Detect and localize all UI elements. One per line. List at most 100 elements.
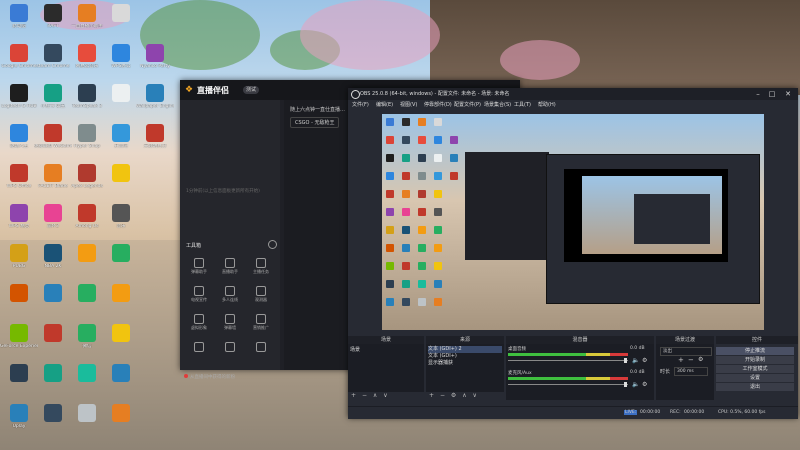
obs-preview[interactable]	[382, 114, 764, 330]
add-scene-icon[interactable]: +	[351, 392, 356, 399]
desktop-icon[interactable]: WPS 精灵	[2, 202, 36, 240]
desktop-icon[interactable]: 一直直播小助手	[70, 2, 104, 40]
move-up-icon[interactable]: ∧	[373, 392, 377, 399]
move-up-icon[interactable]: ∧	[462, 392, 466, 399]
toolbox-settings-icon[interactable]	[268, 240, 277, 249]
remove-transition-icon[interactable]: −	[688, 356, 694, 364]
desktop-icon[interactable]: WPS Office	[2, 162, 36, 200]
desktop-icon[interactable]: 天涯明月刀	[138, 122, 172, 160]
desktop-icon[interactable]	[2, 282, 36, 320]
toolbox-item[interactable]: 电视宣传	[184, 284, 214, 310]
toolbox-item[interactable]: 主播任务	[246, 256, 276, 282]
desktop-icon[interactable]: Nyanco Party	[138, 42, 172, 80]
move-down-icon[interactable]: ∨	[473, 392, 477, 399]
move-down-icon[interactable]: ∨	[383, 392, 387, 399]
desktop-icon[interactable]: Uplay	[2, 402, 36, 440]
desktop-icon[interactable]	[2, 362, 36, 400]
desktop-icon[interactable]: Logitech G HUB	[1, 82, 37, 120]
desktop-icon[interactable]: Apex Legends	[70, 162, 104, 200]
volume-slider[interactable]	[508, 360, 628, 361]
remove-scene-icon[interactable]: −	[362, 392, 367, 399]
desktop-icon[interactable]: PUBG	[2, 242, 36, 280]
close-icon[interactable]: ✕	[782, 89, 794, 99]
companion-version-badge[interactable]: 测试	[243, 86, 260, 94]
speaker-icon[interactable]: 🔈	[632, 357, 639, 364]
desktop-icon[interactable]	[104, 162, 138, 200]
stop-streaming-button[interactable]: 停止推流	[716, 347, 794, 355]
desktop-icon[interactable]: 英雄联盟 WeGame	[34, 122, 72, 160]
maximize-icon[interactable]: □	[766, 89, 778, 99]
remove-source-icon[interactable]: −	[440, 392, 445, 399]
menu-tools[interactable]: 工具(T)	[514, 101, 531, 108]
desktop-icon[interactable]: Among Us	[70, 202, 104, 240]
toolbox-item[interactable]	[184, 340, 214, 366]
source-item[interactable]: 文本 (GDI+)	[428, 353, 502, 360]
studio-mode-button[interactable]: 工作室模式	[716, 365, 794, 373]
volume-slider-knob[interactable]	[624, 358, 627, 363]
desktop-icon[interactable]: 音乐	[104, 202, 138, 240]
volume-slider[interactable]	[508, 384, 628, 385]
desktop-icon[interactable]	[104, 322, 138, 360]
desktop-icon[interactable]	[70, 402, 104, 440]
transition-select[interactable]: 淡出	[660, 347, 712, 356]
desktop-icon[interactable]: 网易云音乐	[70, 42, 104, 80]
desktop-icon[interactable]: 小红书 第五	[36, 82, 70, 120]
desktop-icon[interactable]	[36, 402, 70, 440]
speaker-icon[interactable]: 🔈	[632, 381, 639, 388]
toolbox-item[interactable]	[215, 340, 245, 366]
companion-notice[interactable]: 从直播间中获得的新粉	[184, 374, 235, 380]
gear-icon[interactable]: ⚙	[642, 381, 647, 388]
menu-edit[interactable]: 编辑(E)	[376, 101, 393, 108]
toolbox-item[interactable]: 弹幕墙	[215, 312, 245, 338]
desktop-icon[interactable]: TeamSpeak 3	[70, 82, 104, 120]
add-source-icon[interactable]: +	[429, 392, 434, 399]
menu-file[interactable]: 文件(F)	[352, 101, 369, 108]
settings-button[interactable]: 设置	[716, 374, 794, 382]
scene-item[interactable]: 场景	[350, 346, 360, 353]
desktop-icon[interactable]	[104, 362, 138, 400]
toolbox-item[interactable]: 直播助手	[215, 256, 245, 282]
menu-view[interactable]: 视图(V)	[400, 101, 417, 108]
source-item[interactable]: 显示器捕获	[428, 360, 502, 367]
volume-slider-knob[interactable]	[624, 382, 627, 387]
game-select[interactable]: CSGO - 无敌枪王	[290, 117, 340, 128]
exit-button[interactable]: 退出	[716, 383, 794, 391]
desktop-icon[interactable]: 驱动人生	[2, 122, 36, 160]
desktop-icon[interactable]	[70, 242, 104, 280]
desktop-icon[interactable]: 微信	[70, 322, 104, 360]
add-transition-icon[interactable]: +	[678, 356, 684, 364]
menu-help[interactable]: 帮助(H)	[538, 101, 556, 108]
desktop-icon[interactable]: GeForce Experience	[0, 322, 38, 360]
toolbox-item[interactable]: 弹幕助手	[184, 256, 214, 282]
desktop-icon[interactable]: steam Chrome	[36, 42, 70, 80]
duration-input[interactable]: 300 ms	[674, 367, 708, 376]
desktop-icon[interactable]: Wallpaper Engine	[136, 82, 174, 120]
minimize-icon[interactable]: –	[752, 89, 764, 99]
menu-scene-collection[interactable]: 场景集合(S)	[484, 101, 511, 108]
toolbox-item[interactable]: 营销推广	[246, 312, 276, 338]
toolbox-item[interactable]: 观测器	[246, 284, 276, 310]
toolbox-item[interactable]: 虚拟形象	[184, 312, 214, 338]
desktop-icon[interactable]	[36, 362, 70, 400]
source-settings-icon[interactable]: ⚙	[451, 392, 456, 399]
scenes-list[interactable]: 场景	[348, 344, 424, 392]
start-recording-button[interactable]: 开始录制	[716, 356, 794, 364]
desktop-icon[interactable]: 崩坏3	[36, 202, 70, 240]
desktop-icon[interactable]: WPS办公	[104, 42, 138, 80]
toolbox-item[interactable]: 多人连线	[215, 284, 245, 310]
desktop-icon[interactable]	[104, 2, 138, 40]
desktop-icon[interactable]: RAFT	[36, 2, 70, 40]
desktop-icon[interactable]	[104, 242, 138, 280]
desktop-icon[interactable]	[36, 282, 70, 320]
desktop-icon[interactable]	[70, 282, 104, 320]
desktop-icon[interactable]	[70, 362, 104, 400]
menu-docks[interactable]: 停靠部件(D)	[424, 101, 452, 108]
desktop-icon[interactable]	[104, 82, 138, 120]
desktop-icon[interactable]	[104, 282, 138, 320]
toolbox-item[interactable]	[246, 340, 276, 366]
menu-profile[interactable]: 配置文件(P)	[454, 101, 481, 108]
desktop-icon[interactable]: Hyper Snap	[70, 122, 104, 160]
source-item[interactable]: 文本 (GDI+) 2	[428, 346, 502, 353]
desktop-icon[interactable]: FACEIT Blade	[36, 162, 70, 200]
desktop-icon[interactable]: 开黑吧	[104, 122, 138, 160]
